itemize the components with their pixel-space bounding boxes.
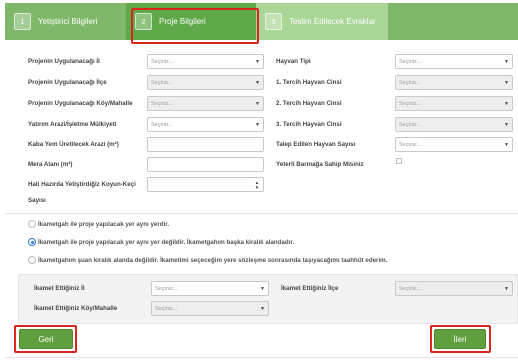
stepper-icon[interactable]: ▲ ▼: [253, 180, 261, 190]
kaba-yem-input[interactable]: [147, 137, 264, 152]
radio-ayni-yer-label: İkametgah ile proje yapılacak yer aynı y…: [38, 221, 170, 228]
radio-tasima-taahhut[interactable]: [28, 256, 36, 264]
koyun-keci-input[interactable]: ▲ ▼: [147, 177, 264, 192]
koy-label: Projenin Uygulanacağı Köy/Mahalle: [28, 100, 133, 107]
tercih-1-label: 1. Tercih Hayvan Cinsi: [276, 79, 342, 86]
koy-select[interactable]: Seçiniz... ▼: [147, 96, 264, 111]
ikamet-il-label: İkamet Ettiğiniz İl: [34, 285, 85, 292]
footer-divider: [5, 357, 518, 358]
highlight-box: [131, 8, 259, 44]
ikamet-koy-select[interactable]: Seçiniz... ▼: [151, 301, 269, 316]
ikamet-koy-select-value: Seçiniz...: [155, 305, 178, 312]
koyun-keci-label-line2: Sayısı: [28, 197, 46, 204]
wizard-tabs: 1 Yetiştirici Bilgileri 2 Proje Bilgiler…: [5, 3, 518, 40]
highlight-box: [14, 325, 77, 353]
talep-hayvan-select-value: Seçiniz...: [399, 141, 422, 148]
il-select-value: Seçiniz...: [151, 58, 174, 65]
mulkiyet-select-value: Seçiniz...: [151, 121, 174, 128]
barinak-checkbox[interactable]: [396, 158, 402, 164]
hayvan-tipi-label: Hayvan Tipi: [276, 58, 311, 65]
talep-hayvan-label: Talep Edilen Hayvan Sayısı: [276, 141, 356, 148]
koy-select-value: Seçiniz...: [151, 100, 174, 107]
tercih-2-select-value: Seçiniz...: [399, 100, 422, 107]
tab-label: Teslim Edilecek Evraklar: [289, 17, 376, 26]
ikamet-il-select-value: Seçiniz...: [155, 285, 178, 292]
ilce-select[interactable]: Seçiniz... ▼: [147, 75, 264, 90]
il-label: Projenin Uygulanacağı İl: [28, 58, 100, 65]
talep-hayvan-select[interactable]: Seçiniz... ▼: [395, 137, 513, 152]
tab-number: 3: [265, 13, 282, 30]
chevron-down-icon: ▼: [260, 306, 265, 312]
ikamet-koy-label: İkamet Ettiğiniz Köy/Mahalle: [34, 305, 118, 312]
tercih-1-select[interactable]: Seçiniz... ▼: [395, 75, 513, 90]
highlight-box: [430, 325, 491, 353]
divider: [5, 213, 518, 214]
mulkiyet-select[interactable]: Seçiniz... ▼: [147, 117, 264, 132]
il-select[interactable]: Seçiniz... ▼: [147, 54, 264, 69]
tercih-2-label: 2. Tercih Hayvan Cinsi: [276, 100, 342, 107]
hayvan-tipi-select-value: Seçiniz...: [399, 58, 422, 65]
ilce-select-value: Seçiniz...: [151, 79, 174, 86]
chevron-down-icon: ▼: [504, 80, 509, 86]
tercih-3-select-value: Seçiniz...: [399, 121, 422, 128]
koyun-keci-label-line1: Hali Hazırda Yetiştirdiğiz Koyun-Keçi: [28, 181, 136, 188]
kaba-yem-label: Kaba Yem Üretilecek Arazi (m²): [28, 141, 119, 148]
tab-number: 1: [14, 13, 31, 30]
chevron-down-icon: ▼: [255, 101, 260, 107]
mera-input[interactable]: [147, 157, 264, 172]
barinak-label: Yeterli Barınağa Sahip Misiniz: [276, 161, 364, 168]
tab-teslim-edilecek-evraklar[interactable]: 3 Teslim Edilecek Evraklar: [256, 3, 388, 40]
chevron-down-icon: ▼: [255, 80, 260, 86]
radio-ayni-yer[interactable]: [28, 220, 36, 228]
tab-yetistirici-bilgileri[interactable]: 1 Yetiştirici Bilgileri: [5, 3, 126, 40]
mulkiyet-label: Yatırım Arazi/İşletme Mülkiyeti: [28, 121, 117, 128]
tab-label: Yetiştirici Bilgileri: [38, 17, 98, 26]
tercih-1-select-value: Seçiniz...: [399, 79, 422, 86]
chevron-down-icon: ▼: [504, 59, 509, 65]
chevron-down-icon: ▼: [504, 122, 509, 128]
chevron-down-icon: ▼: [255, 122, 260, 128]
tercih-3-select[interactable]: Seçiniz... ▼: [395, 117, 513, 132]
chevron-down-icon: ▼: [255, 59, 260, 65]
ikamet-ilce-select-value: Seçiniz...: [399, 285, 422, 292]
ilce-label: Projenin Uygulanacağı İlçe: [28, 79, 107, 86]
chevron-down-icon: ▼: [504, 142, 509, 148]
tercih-3-label: 3. Tercih Hayvan Cinsi: [276, 121, 342, 128]
radio-kiralik-alan-label: İkametgah ile proje yapılacak yer aynı y…: [38, 239, 295, 246]
ikamet-il-select[interactable]: Seçiniz... ▼: [151, 281, 269, 296]
mera-label: Mera Alanı (m²): [28, 161, 73, 168]
hayvan-tipi-select[interactable]: Seçiniz... ▼: [395, 54, 513, 69]
tercih-2-select[interactable]: Seçiniz... ▼: [395, 96, 513, 111]
ikamet-ilce-select[interactable]: Seçiniz... ▼: [395, 281, 513, 296]
chevron-down-icon: ▼: [504, 286, 509, 292]
chevron-down-icon: ▼: [260, 286, 265, 292]
ikamet-ilce-label: İkamet Ettiğiniz İlçe: [281, 285, 339, 292]
chevron-down-icon: ▼: [504, 101, 509, 107]
radio-tasima-taahhut-label: İkametgahım şuan kiralık alanda değildir…: [38, 257, 388, 264]
radio-kiralik-alan[interactable]: [28, 238, 36, 246]
